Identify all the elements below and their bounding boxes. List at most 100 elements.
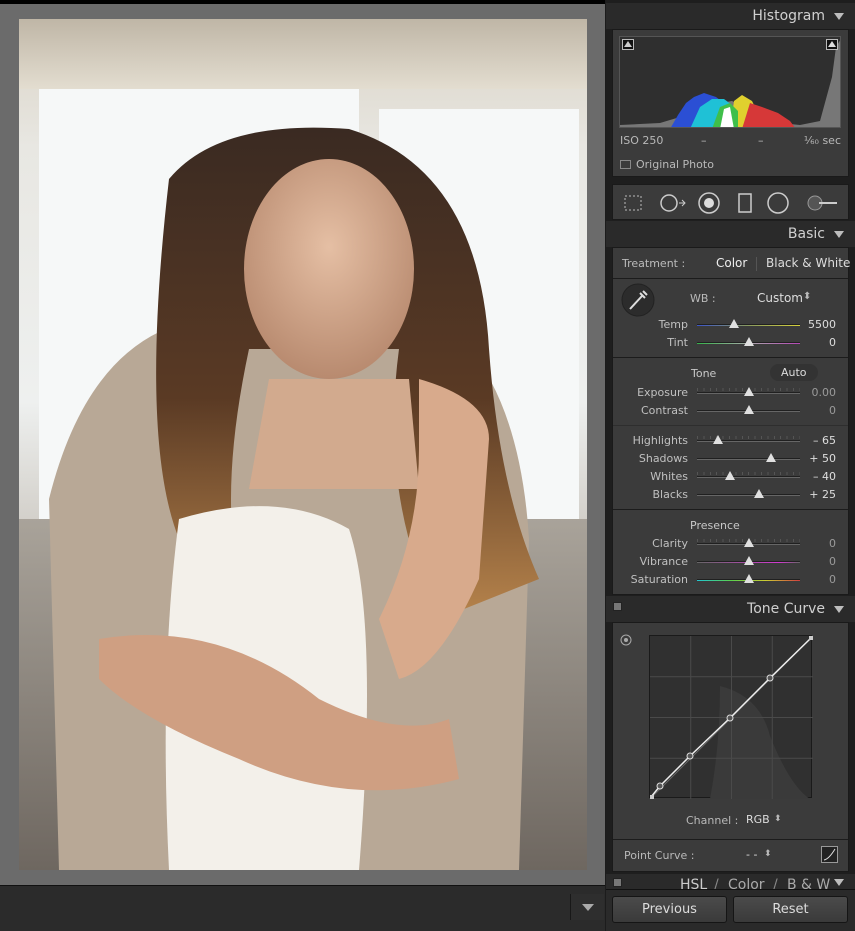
contrast-value[interactable]: 0	[829, 404, 836, 417]
spot-removal-icon[interactable]	[659, 193, 687, 213]
lens-readout: –	[701, 134, 707, 147]
crop-overlay-icon[interactable]	[623, 193, 643, 213]
contrast-slider-thumb[interactable]	[743, 405, 754, 414]
presence-label: Presence	[690, 519, 740, 532]
vibrance-value[interactable]: 0	[829, 555, 836, 568]
tool-strip	[612, 184, 849, 220]
tint-label: Tint	[667, 336, 688, 349]
basic-title: Basic	[787, 226, 825, 242]
shadows-value[interactable]: + 50	[809, 452, 836, 465]
highlights-slider-thumb[interactable]	[712, 435, 723, 444]
exposure-value[interactable]: 0.00	[812, 386, 837, 399]
temp-value[interactable]: 5500	[808, 318, 836, 331]
treatment-divider	[756, 257, 757, 271]
whites-value[interactable]: – 40	[813, 470, 836, 483]
highlights-value[interactable]: – 65	[813, 434, 836, 447]
exposure-slider-thumb[interactable]	[743, 387, 754, 396]
whites-slider-thumb[interactable]	[724, 471, 735, 480]
wb-value[interactable]: Custom	[757, 291, 803, 305]
vibrance-slider-thumb[interactable]	[743, 556, 754, 565]
hsl-enable-toggle[interactable]	[613, 878, 622, 887]
shadows-slider[interactable]	[697, 458, 800, 460]
tone-curve-header[interactable]: Tone Curve	[606, 596, 855, 622]
red-eye-icon[interactable]	[698, 192, 720, 214]
original-photo-label: Original Photo	[636, 158, 714, 171]
original-photo-checkbox[interactable]	[620, 160, 631, 169]
collapse-triangle-icon	[834, 13, 844, 20]
clarity-label: Clarity	[652, 537, 688, 550]
loupe-canvas	[0, 4, 605, 885]
targeted-adjustment-icon[interactable]	[620, 634, 632, 646]
point-curve-value[interactable]: - -	[746, 848, 757, 861]
tone-curve-graph[interactable]	[649, 635, 814, 800]
radial-filter-icon[interactable]	[767, 192, 789, 214]
point-curve-edit-icon[interactable]	[821, 846, 838, 863]
channel-label: Channel :	[686, 814, 739, 827]
whites-label: Whites	[650, 470, 688, 483]
adjustment-brush-icon[interactable]	[805, 193, 839, 213]
temp-slider[interactable]	[697, 324, 800, 326]
channel-dropdown-icon[interactable]: ⬍	[774, 814, 782, 824]
develop-right-panel: Histogram ISO 250 – – ¹⁄₆₀ sec Original …	[606, 0, 855, 931]
divider	[613, 425, 848, 426]
tone-curve-enable-toggle[interactable]	[613, 602, 622, 611]
clarity-slider-thumb[interactable]	[743, 538, 754, 547]
whites-slider[interactable]	[697, 476, 800, 478]
histogram-graph	[619, 36, 841, 128]
point-curve-dropdown-icon[interactable]: ⬍	[764, 849, 772, 859]
collapse-triangle-icon	[834, 231, 844, 238]
subject-silhouette	[49, 127, 539, 870]
previous-button[interactable]: Previous	[612, 896, 727, 923]
basic-header[interactable]: Basic	[606, 221, 855, 247]
aperture-readout: –	[758, 134, 764, 147]
divider	[613, 278, 848, 279]
tint-slider-thumb[interactable]	[743, 337, 754, 346]
highlight-clipping-toggle[interactable]	[826, 39, 838, 50]
graduated-filter-icon[interactable]	[735, 193, 755, 213]
histogram-title: Histogram	[752, 8, 825, 24]
wb-label: WB :	[690, 292, 716, 305]
tone-label: Tone	[691, 367, 717, 380]
temp-label: Temp	[658, 318, 688, 331]
divider	[613, 509, 848, 510]
histogram-plot	[620, 40, 840, 127]
treatment-label: Treatment :	[622, 257, 686, 270]
collapse-triangle-icon	[834, 879, 844, 886]
divider	[613, 357, 848, 358]
auto-tone-label: Auto	[781, 366, 807, 379]
vibrance-label: Vibrance	[639, 555, 688, 568]
tone-curve-panel: Channel : RGB ⬍ Point Curve : - - ⬍	[612, 622, 849, 872]
saturation-value[interactable]: 0	[829, 573, 836, 586]
whites-ticks	[697, 472, 800, 475]
channel-value[interactable]: RGB	[746, 813, 770, 826]
blacks-slider-thumb[interactable]	[753, 489, 764, 498]
blacks-slider[interactable]	[697, 494, 800, 496]
saturation-slider-thumb[interactable]	[743, 574, 754, 583]
toolbar-menu-toggle[interactable]	[570, 894, 604, 920]
blacks-value[interactable]: + 25	[809, 488, 836, 501]
treatment-bw-option[interactable]: Black & White	[766, 256, 850, 270]
photo-preview[interactable]	[19, 19, 587, 870]
temp-slider-thumb[interactable]	[729, 319, 740, 328]
shadows-slider-thumb[interactable]	[766, 453, 777, 462]
basic-panel: Treatment : Color Black & White WB : Cus…	[612, 247, 850, 595]
exposure-label: Exposure	[637, 386, 688, 399]
tint-value[interactable]: 0	[829, 336, 836, 349]
bottom-toolbar	[0, 885, 605, 931]
reset-button[interactable]: Reset	[733, 896, 848, 923]
collapse-triangle-icon	[834, 606, 844, 613]
histogram-header[interactable]: Histogram	[606, 3, 855, 29]
wb-dropdown-icon[interactable]: ⬍	[803, 291, 811, 302]
white-balance-eyedropper-icon[interactable]	[621, 283, 655, 317]
contrast-label: Contrast	[640, 404, 688, 417]
shadow-clipping-toggle[interactable]	[622, 39, 634, 50]
histogram-panel: ISO 250 – – ¹⁄₆₀ sec Original Photo	[612, 29, 849, 177]
shadows-label: Shadows	[638, 452, 688, 465]
treatment-color-option[interactable]: Color	[716, 256, 747, 270]
iso-readout: ISO 250	[620, 134, 664, 147]
point-curve-label: Point Curve :	[624, 849, 695, 862]
blacks-label: Blacks	[652, 488, 689, 501]
clarity-value[interactable]: 0	[829, 537, 836, 550]
tone-curve-title: Tone Curve	[747, 601, 825, 617]
tone-curve-plot	[649, 635, 814, 800]
